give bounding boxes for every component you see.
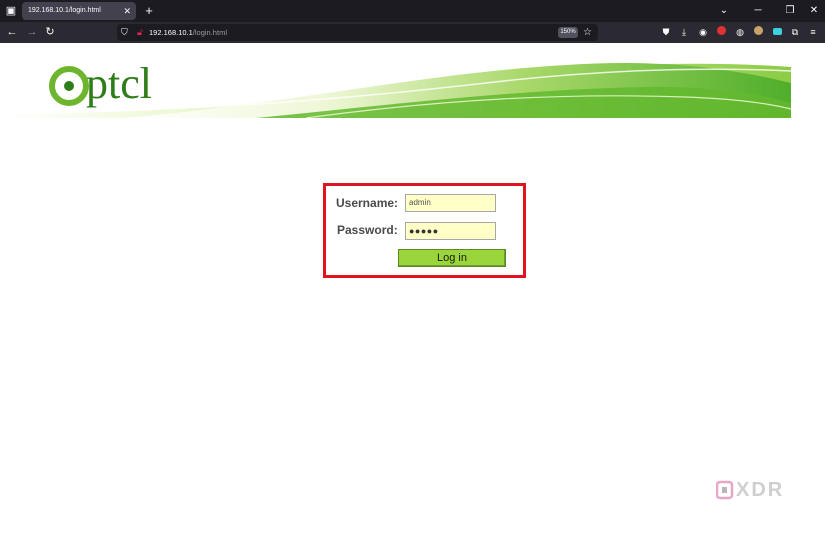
login-form: Username: admin Password: ●●●●● Log in (323, 183, 526, 278)
username-input[interactable]: admin (405, 194, 496, 212)
forward-icon[interactable]: → (24, 24, 40, 41)
account-icon[interactable]: ◉ (697, 26, 709, 39)
xdr-watermark: XDR (715, 479, 796, 501)
restore-icon[interactable]: ❐ (782, 3, 798, 19)
tab-title: 192.168.10.1/login.html (28, 7, 101, 14)
extension-red-icon[interactable] (715, 26, 727, 39)
minimize-icon[interactable]: ─ (750, 3, 766, 19)
navigation-bar: ← → ↻ ⛉ 🔓︎ 192.168.10.1/login.html 150% … (0, 22, 825, 43)
username-label: Username: (336, 196, 399, 210)
address-bar[interactable]: ⛉ 🔓︎ 192.168.10.1/login.html 150% ☆ (117, 24, 598, 41)
reload-icon[interactable]: ↻ (42, 24, 58, 41)
ptcl-logo-text: ptcl (86, 59, 152, 108)
xdr-text: XDR (736, 479, 785, 501)
bookmark-star-icon[interactable]: ☆ (583, 24, 592, 41)
tracking-shield-icon[interactable]: ⛉ (121, 24, 128, 41)
ptcl-banner: ptcl (6, 53, 791, 118)
tab-list-icon[interactable]: ▣ (4, 4, 18, 18)
zoom-level-badge[interactable]: 150% (558, 27, 578, 38)
close-tab-icon[interactable]: ✕ (123, 2, 131, 20)
new-tab-button[interactable]: + (142, 3, 156, 19)
url-text[interactable]: 192.168.10.1/login.html (149, 24, 227, 41)
extension-face-icon[interactable] (752, 26, 764, 39)
pocket-icon[interactable]: ⛊ (660, 26, 672, 39)
url-host: 192.168.10.1 (149, 28, 193, 37)
extension-chat-icon[interactable] (771, 26, 783, 39)
password-label: Password: (337, 223, 398, 237)
extensions-puzzle-icon[interactable]: ⧉ (789, 26, 801, 39)
url-path: /login.html (192, 28, 227, 37)
insecure-lock-icon[interactable]: 🔓︎ (137, 24, 143, 41)
close-window-icon[interactable]: ✕ (806, 3, 822, 19)
tab-active[interactable]: 192.168.10.1/login.html ✕ (22, 2, 136, 20)
list-all-tabs-icon[interactable]: ⌄ (716, 3, 732, 19)
password-input[interactable]: ●●●●● (405, 222, 496, 240)
extension-globe-icon[interactable]: ◍ (734, 26, 746, 39)
back-icon[interactable]: ← (4, 24, 20, 41)
ptcl-logo-dot (64, 81, 74, 91)
login-button[interactable]: Log in (398, 249, 506, 267)
tab-bar: ▣ 192.168.10.1/login.html ✕ + ⌄ ─ ❐ ✕ (0, 0, 825, 22)
app-menu-icon[interactable]: ≡ (807, 26, 819, 39)
downloads-icon[interactable]: ⤓ (678, 26, 690, 39)
